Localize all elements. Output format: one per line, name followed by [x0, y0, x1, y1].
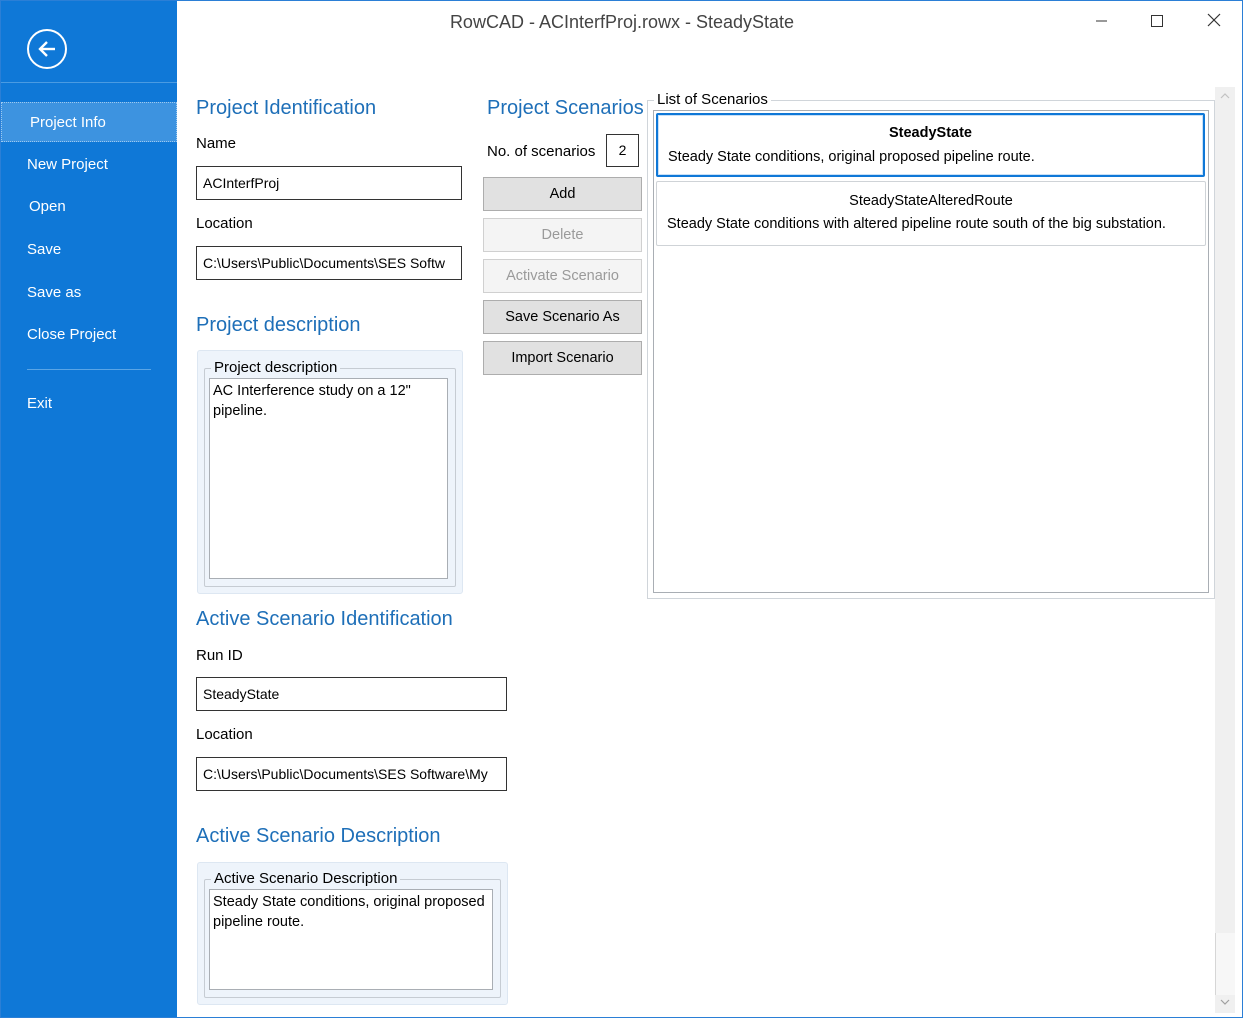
add-scenario-button[interactable]: Add — [483, 177, 642, 211]
sidebar-item-label: New Project — [27, 156, 108, 173]
minimize-icon — [1096, 20, 1107, 22]
back-button[interactable] — [27, 29, 67, 69]
run-id-input[interactable]: SteadyState — [196, 677, 507, 711]
sidebar-item-label: Project Info — [30, 114, 106, 131]
sidebar-item-new-project[interactable]: New Project — [1, 145, 177, 185]
save-scenario-as-button[interactable]: Save Scenario As — [483, 300, 642, 334]
sidebar-item-close-project[interactable]: Close Project — [1, 315, 177, 355]
sidebar-item-open[interactable]: Open — [1, 187, 177, 227]
scenario-name: SteadyStateAlteredRoute — [849, 193, 1013, 209]
project-description-title: Project description — [196, 314, 361, 336]
active-scenario-description-group-label: Active Scenario Description — [211, 871, 401, 887]
project-identification-title: Project Identification — [196, 97, 377, 119]
sidebar-item-save[interactable]: Save — [1, 230, 177, 270]
scenario-description: Steady State conditions, original propos… — [668, 149, 1035, 165]
scenario-list-item-active[interactable]: SteadyState Steady State conditions, ori… — [656, 113, 1205, 177]
minimize-button[interactable] — [1081, 7, 1121, 35]
active-scenario-identification-title: Active Scenario Identification — [196, 608, 453, 630]
sidebar-divider — [1, 82, 177, 83]
sidebar-item-label: Close Project — [27, 326, 117, 343]
app-window: Project Info New Project Open Save Save … — [0, 0, 1243, 1018]
scenario-list-item[interactable]: SteadyStateAlteredRoute Steady State con… — [656, 181, 1206, 246]
close-button[interactable] — [1194, 7, 1234, 35]
scenario-location-label: Location — [196, 726, 253, 743]
window-title: RowCAD - ACInterfProj.rowx - SteadyState — [449, 12, 795, 32]
scroll-down-icon — [1220, 999, 1230, 1005]
sidebar-item-label: Exit — [27, 395, 53, 412]
activate-scenario-button[interactable]: Activate Scenario — [483, 259, 642, 293]
active-scenario-description-title: Active Scenario Description — [196, 825, 441, 847]
sidebar-item-label: Save — [27, 241, 62, 258]
scenario-list-group-label: List of Scenarios — [654, 92, 771, 108]
active-scenario-description-textarea[interactable]: Steady State conditions, original propos… — [209, 889, 493, 990]
close-icon — [1207, 13, 1221, 27]
scrollbar-thumb[interactable] — [1215, 933, 1235, 995]
delete-scenario-button[interactable]: Delete — [483, 218, 642, 252]
maximize-button[interactable] — [1137, 7, 1177, 35]
maximize-icon — [1151, 15, 1163, 27]
scenario-name: SteadyState — [888, 125, 972, 141]
scroll-up-icon — [1220, 93, 1230, 99]
sidebar-item-project-info[interactable]: Project Info — [1, 102, 177, 142]
vertical-scrollbar[interactable] — [1215, 87, 1235, 1013]
run-id-label: Run ID — [196, 647, 243, 664]
project-location-label: Location — [196, 215, 253, 232]
project-description-textarea[interactable]: AC Interference study on a 12" pipeline. — [209, 378, 448, 579]
sidebar-item-label: Open — [29, 198, 66, 215]
scenario-count-field[interactable]: 2 — [606, 134, 639, 167]
project-description-group-label: Project description — [211, 360, 341, 376]
scenario-location-input[interactable]: C:\Users\Public\Documents\SES Software\M… — [196, 757, 507, 791]
project-name-input[interactable]: ACInterfProj — [196, 166, 462, 200]
project-scenarios-title: Project Scenarios — [487, 97, 644, 119]
project-location-input[interactable]: C:\Users\Public\Documents\SES Softw — [196, 246, 462, 280]
backstage-sidebar: Project Info New Project Open Save Save … — [1, 1, 177, 1017]
sidebar-divider — [27, 369, 151, 370]
sidebar-item-exit[interactable]: Exit — [1, 384, 177, 424]
scenario-description: Steady State conditions with altered pip… — [667, 216, 1166, 232]
sidebar-item-save-as[interactable]: Save as — [1, 273, 177, 313]
project-name-label: Name — [196, 135, 237, 152]
import-scenario-button[interactable]: Import Scenario — [483, 341, 642, 375]
scenario-count-label: No. of scenarios — [487, 143, 596, 160]
sidebar-item-label: Save as — [27, 284, 82, 301]
